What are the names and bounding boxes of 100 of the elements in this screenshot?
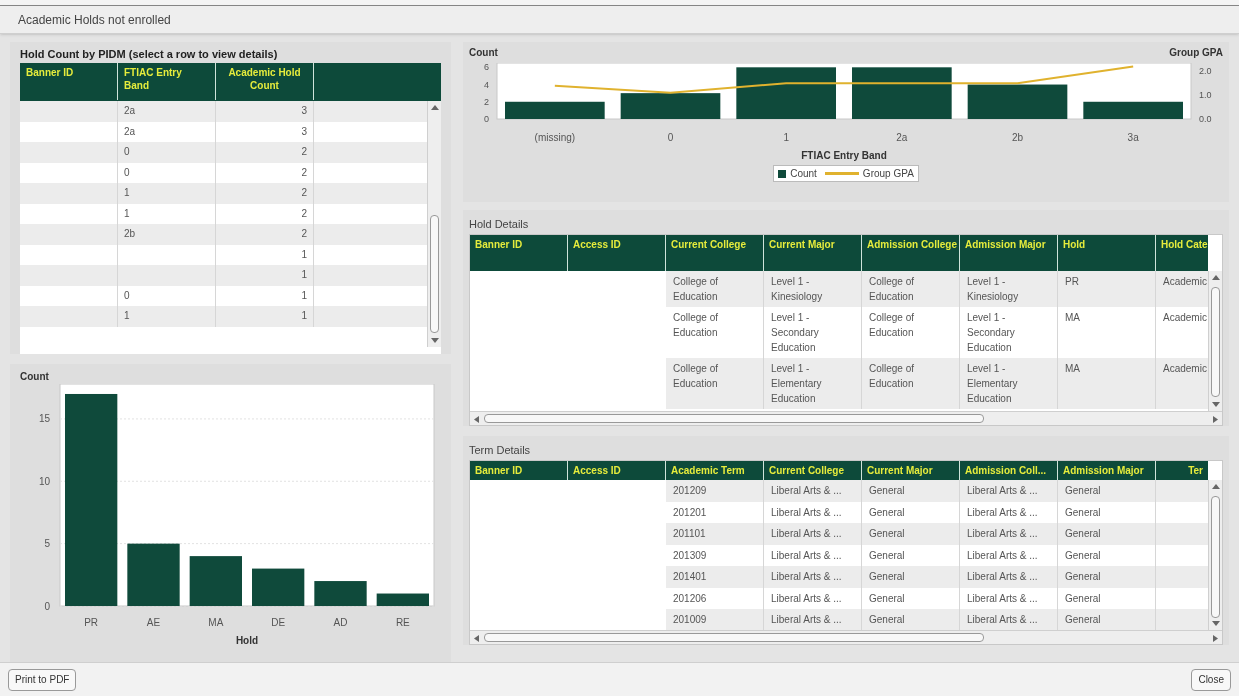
vertical-scrollbar[interactable] <box>427 101 441 347</box>
column-header[interactable]: Current Major <box>862 461 960 480</box>
scrollbar-thumb[interactable] <box>1211 496 1220 618</box>
column-header[interactable]: Admission College <box>862 235 960 271</box>
horizontal-scrollbar[interactable] <box>470 411 1222 425</box>
column-header[interactable]: Admission Major <box>1058 461 1156 480</box>
table-row[interactable]: 201401 Liberal Arts & ... General Liberal Arts & ... General <box>470 566 1208 588</box>
axis-tick-label: 2a <box>896 132 908 143</box>
axis-tick-label: 0 <box>667 132 674 143</box>
table-cell: General <box>869 571 905 582</box>
axis-tick-label: DE <box>271 617 286 628</box>
table-row[interactable]: 201009 Liberal Arts & ... General Liberal Arts & ... General <box>470 609 1208 630</box>
scroll-up-icon[interactable] <box>431 104 439 110</box>
scroll-right-icon[interactable] <box>1213 635 1219 642</box>
panel-title: Term Details <box>469 443 532 458</box>
table-cell-text: Academic <box>1163 362 1208 376</box>
print-to-pdf-button[interactable]: Print to PDF <box>8 668 77 691</box>
column-header[interactable]: FTIAC Entry Band <box>118 63 216 100</box>
axis-title: Count <box>469 46 498 59</box>
table-row[interactable]: 1 1 <box>20 306 427 327</box>
table-row[interactable]: College of Education Level 1 - Elementary Education College of Education Level 1 - Elementary Education MA Academic <box>470 358 1208 409</box>
table-row[interactable]: 1 <box>20 265 427 286</box>
scroll-left-icon[interactable] <box>473 635 479 642</box>
legend-label: Group GPA <box>862 167 914 181</box>
column-header[interactable]: Access ID <box>568 461 666 480</box>
table-cell: 201101 <box>673 528 706 539</box>
column-header[interactable]: Ter <box>1156 461 1208 480</box>
table-cell-text: Level 1 - Kinesiology <box>771 275 824 304</box>
panel-title: Hold Details <box>469 217 530 232</box>
column-header[interactable]: Current College <box>764 461 862 480</box>
axis-tick-label: (missing) <box>534 132 576 143</box>
table-cell: 3 <box>301 125 307 137</box>
table-cell: General <box>1065 485 1101 496</box>
vertical-scrollbar[interactable] <box>1208 271 1222 411</box>
table-cell: 201009 <box>673 614 707 625</box>
table-cell: Liberal Arts & ... <box>967 614 1038 625</box>
table-row[interactable]: 2b 2 <box>20 224 427 245</box>
table-cell: 201209 <box>673 485 707 496</box>
axis-tick-label: 6 <box>484 63 489 73</box>
table-cell-text: Level 1 - Elementary Education <box>771 362 823 406</box>
column-header[interactable]: Academic Term <box>666 461 764 480</box>
table-cell: General <box>869 506 905 518</box>
table-cell: Liberal Arts & ... <box>967 528 1038 539</box>
axis-title: FTIAC Entry Band <box>801 150 887 161</box>
column-header[interactable]: Hold Cate <box>1156 235 1208 271</box>
table-row[interactable]: College of Education Level 1 - Kinesiology College of Education Level 1 - Kinesiology PR Academic <box>470 271 1208 307</box>
scrollbar-thumb[interactable] <box>484 633 984 642</box>
axis-tick-label: 3a <box>1127 132 1139 143</box>
horizontal-scrollbar[interactable] <box>470 630 1222 644</box>
table-cell: 2 <box>301 187 307 198</box>
scroll-down-icon[interactable] <box>431 338 439 344</box>
column-header[interactable]: Current College <box>666 235 764 271</box>
scroll-down-icon[interactable] <box>1212 621 1220 627</box>
close-button[interactable]: Close <box>1191 668 1231 691</box>
axis-tick-label: 0 <box>44 600 50 612</box>
table-cell: Liberal Arts & ... <box>771 571 842 582</box>
column-header[interactable]: Admission Coll... <box>960 461 1058 480</box>
table-row[interactable]: 1 2 <box>20 183 427 204</box>
axis-tick-label: 1 <box>783 132 789 143</box>
table-cell: General <box>869 614 905 625</box>
column-header[interactable]: Admission Major <box>960 235 1058 271</box>
axis-tick-label: 0.0 <box>1199 114 1212 124</box>
axis-tick-label: 5 <box>44 538 50 550</box>
scroll-up-icon[interactable] <box>1212 483 1220 489</box>
table-cell: 2 <box>301 166 307 178</box>
column-header[interactable]: Access ID <box>568 235 666 271</box>
table-cell: 2a <box>124 125 136 137</box>
legend-label: Count <box>790 167 817 181</box>
scrollbar-thumb[interactable] <box>430 215 439 333</box>
column-header[interactable]: Banner ID <box>470 235 568 271</box>
table-row[interactable]: 201209 Liberal Arts & ... General Liberal Arts & ... General <box>470 480 1208 502</box>
table-row[interactable]: 0 2 <box>20 142 427 163</box>
table-cell-text: College of Education <box>869 275 916 304</box>
column-header[interactable]: Hold <box>1058 235 1156 271</box>
table-cell: 201401 <box>673 571 707 582</box>
table-cell: Liberal Arts & ... <box>771 506 842 518</box>
column-header[interactable]: Academic Hold Count <box>216 63 314 100</box>
table-cell: General <box>1065 592 1101 604</box>
vertical-scrollbar[interactable] <box>1208 480 1222 630</box>
scroll-left-icon[interactable] <box>473 416 479 423</box>
column-header[interactable]: Current Major <box>764 235 862 271</box>
table-cell-text: Level 1 - Kinesiology <box>967 275 1020 304</box>
table-cell: 1 <box>301 310 307 321</box>
table-cell: 2b <box>124 228 136 239</box>
axis-tick-label: 1.0 <box>1199 90 1212 101</box>
scroll-right-icon[interactable] <box>1213 416 1219 423</box>
axis-tick-label: 4 <box>484 79 489 90</box>
panel-title: Hold Count by PIDM (select a row to view details) <box>20 47 279 62</box>
scrollbar-thumb[interactable] <box>1211 287 1220 397</box>
bar <box>314 581 367 606</box>
scroll-up-icon[interactable] <box>1212 274 1220 280</box>
scroll-down-icon[interactable] <box>1212 402 1220 408</box>
column-header[interactable]: Banner ID <box>470 461 568 480</box>
table-row[interactable]: 201101 Liberal Arts & ... General Liberal Arts & ... General <box>470 523 1208 545</box>
table-cell: General <box>869 528 905 539</box>
scrollbar-thumb[interactable] <box>484 414 984 423</box>
table-row[interactable]: 2a 3 <box>20 101 427 122</box>
table-cell-text: College of Education <box>673 311 720 340</box>
table-cell: 2 <box>301 207 307 219</box>
column-header[interactable]: Banner ID <box>20 63 118 100</box>
